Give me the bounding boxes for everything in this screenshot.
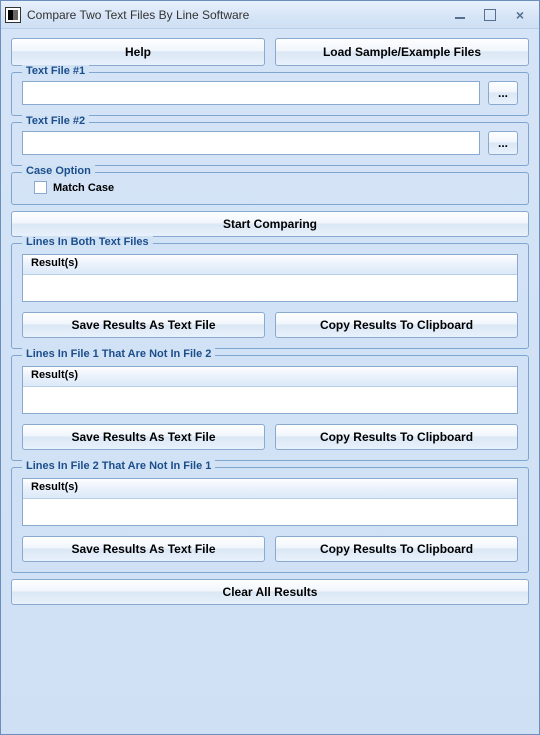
results-both-legend: Lines In Both Text Files: [22, 236, 153, 248]
file2-group: Text File #2 ...: [11, 122, 529, 166]
file2-legend: Text File #2: [22, 115, 89, 127]
results-both-list[interactable]: Result(s): [22, 254, 518, 302]
file1-legend: Text File #1: [22, 65, 89, 77]
results-2not1-legend: Lines In File 2 That Are Not In File 1: [22, 460, 215, 472]
top-button-row: Help Load Sample/Example Files: [11, 38, 529, 66]
results-1not2-group: Lines In File 1 That Are Not In File 2 R…: [11, 355, 529, 461]
file2-browse-button[interactable]: ...: [488, 131, 518, 155]
results-both-copy-button[interactable]: Copy Results To Clipboard: [275, 312, 518, 338]
file1-browse-button[interactable]: ...: [488, 81, 518, 105]
results-1not2-save-button[interactable]: Save Results As Text File: [22, 424, 265, 450]
app-icon: [5, 7, 21, 23]
help-button[interactable]: Help: [11, 38, 265, 66]
results-2not1-group: Lines In File 2 That Are Not In File 1 R…: [11, 467, 529, 573]
case-option-legend: Case Option: [22, 165, 95, 177]
results-1not2-header[interactable]: Result(s): [23, 367, 517, 387]
app-window: Compare Two Text Files By Line Software …: [0, 0, 540, 735]
clear-all-results-button[interactable]: Clear All Results: [11, 579, 529, 605]
load-sample-button[interactable]: Load Sample/Example Files: [275, 38, 529, 66]
match-case-checkbox[interactable]: [34, 181, 47, 194]
results-1not2-copy-button[interactable]: Copy Results To Clipboard: [275, 424, 518, 450]
minimize-button[interactable]: [449, 6, 471, 24]
client-area: Help Load Sample/Example Files Text File…: [1, 29, 539, 614]
titlebar[interactable]: Compare Two Text Files By Line Software …: [1, 1, 539, 29]
file1-path-input[interactable]: [22, 81, 480, 105]
file1-group: Text File #1 ...: [11, 72, 529, 116]
results-both-group: Lines In Both Text Files Result(s) Save …: [11, 243, 529, 349]
window-title: Compare Two Text Files By Line Software: [27, 8, 449, 22]
results-1not2-legend: Lines In File 1 That Are Not In File 2: [22, 348, 215, 360]
file2-path-input[interactable]: [22, 131, 480, 155]
maximize-button[interactable]: [479, 6, 501, 24]
results-both-save-button[interactable]: Save Results As Text File: [22, 312, 265, 338]
results-2not1-header[interactable]: Result(s): [23, 479, 517, 499]
close-button[interactable]: ×: [509, 6, 531, 24]
results-2not1-list[interactable]: Result(s): [22, 478, 518, 526]
match-case-label: Match Case: [53, 182, 114, 194]
results-both-header[interactable]: Result(s): [23, 255, 517, 275]
results-2not1-save-button[interactable]: Save Results As Text File: [22, 536, 265, 562]
results-2not1-copy-button[interactable]: Copy Results To Clipboard: [275, 536, 518, 562]
results-1not2-list[interactable]: Result(s): [22, 366, 518, 414]
case-option-group: Case Option Match Case: [11, 172, 529, 205]
window-controls: ×: [449, 6, 535, 24]
start-comparing-button[interactable]: Start Comparing: [11, 211, 529, 237]
